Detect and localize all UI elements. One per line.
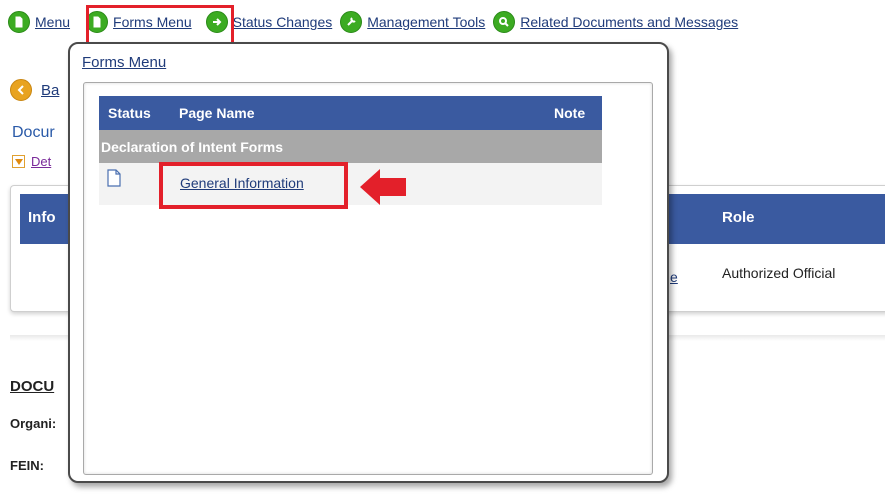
status-column-header: Status: [108, 105, 151, 121]
details-toggle[interactable]: Det: [12, 154, 51, 169]
section-label: Declaration of Intent Forms: [101, 139, 284, 155]
document-title: Docur: [12, 124, 55, 141]
nav-management-tools-label[interactable]: Management Tools: [367, 14, 485, 30]
note-column-header: Note: [554, 105, 586, 121]
forms-section-row: Declaration of Intent Forms: [99, 130, 602, 163]
page-name-column-header: Page Name: [179, 105, 255, 121]
nav-related-documents[interactable]: Related Documents and Messages: [493, 11, 738, 33]
forms-menu-popup: Forms Menu Status Page Name Note Declara…: [68, 42, 669, 483]
row-link[interactable]: e: [670, 269, 678, 285]
nav-management-tools[interactable]: Management Tools: [340, 11, 485, 33]
document-icon: [8, 11, 30, 33]
info-column-header: Info: [28, 209, 56, 226]
back-arrow-icon: [10, 79, 32, 101]
section-heading: DOCU: [10, 378, 55, 395]
general-information-highlight-box: [159, 162, 348, 209]
nav-status-changes-label[interactable]: Status Changes: [233, 14, 333, 30]
back-link[interactable]: Ba: [10, 79, 59, 101]
wrench-icon: [340, 11, 363, 33]
nav-related-documents-label[interactable]: Related Documents and Messages: [520, 14, 738, 30]
document-icon: [107, 169, 121, 190]
pointer-arrow-icon: [360, 169, 406, 205]
role-column-header: Role: [722, 209, 755, 226]
nav-menu[interactable]: Menu: [8, 11, 70, 33]
nav-menu-label[interactable]: Menu: [35, 14, 70, 30]
fein-label: FEIN:: [10, 458, 44, 473]
role-cell: Authorized Official: [722, 265, 836, 281]
organization-label: Organi:: [10, 416, 57, 431]
forms-table-header: Status Page Name Note: [99, 96, 602, 130]
search-icon: [493, 11, 516, 33]
popup-title[interactable]: Forms Menu: [82, 54, 166, 71]
details-link[interactable]: Det: [31, 154, 51, 169]
back-link-label[interactable]: Ba: [41, 82, 59, 99]
forms-menu-highlight-box: [86, 5, 234, 45]
chevron-down-icon: [12, 155, 25, 168]
